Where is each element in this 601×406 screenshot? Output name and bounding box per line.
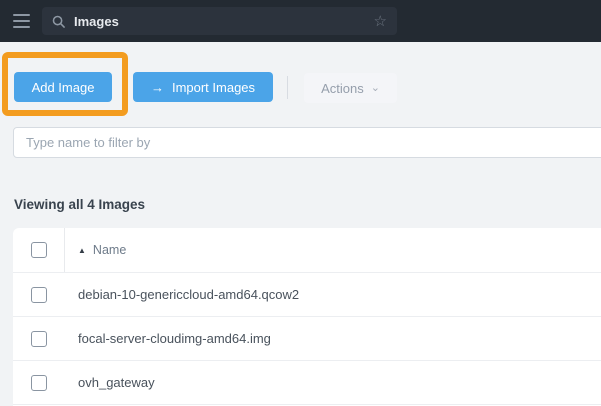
global-search-bar[interactable]: ☆ [42, 7, 397, 35]
row-checkbox[interactable] [31, 375, 47, 391]
sort-asc-icon[interactable]: ▲ [78, 246, 86, 255]
menu-icon[interactable] [13, 10, 30, 32]
add-image-label: Add Image [32, 80, 95, 95]
search-icon [52, 15, 65, 28]
global-search-input[interactable] [74, 14, 374, 29]
images-page: ☆ Add Image → Import Images Actions ⌄ Vi… [0, 0, 601, 406]
results-summary: Viewing all 4 Images [14, 197, 145, 212]
toolbar-divider [287, 76, 288, 99]
select-all-checkbox[interactable] [31, 242, 47, 258]
top-navbar: ☆ [0, 0, 601, 42]
images-table: ▲ Name debian-10-genericcloud-amd64.qcow… [13, 228, 601, 406]
table-header-row: ▲ Name [13, 228, 601, 272]
column-header-name[interactable]: Name [93, 243, 126, 257]
image-name: debian-10-genericcloud-amd64.qcow2 [78, 287, 299, 302]
import-images-label: Import Images [172, 80, 255, 95]
table-row[interactable]: ovh_gateway [13, 360, 601, 404]
star-icon[interactable]: ☆ [374, 14, 387, 29]
image-name: focal-server-cloudimg-amd64.img [78, 331, 271, 346]
import-images-button[interactable]: → Import Images [133, 72, 273, 102]
import-arrow-icon: → [151, 81, 164, 94]
add-image-button[interactable]: Add Image [14, 72, 112, 102]
actions-dropdown-button[interactable]: Actions ⌄ [304, 73, 397, 103]
name-filter-input[interactable] [13, 127, 601, 158]
table-row[interactable]: debian-10-genericcloud-amd64.qcow2 [13, 272, 601, 316]
actions-label: Actions [321, 81, 364, 96]
chevron-down-icon: ⌄ [371, 85, 380, 92]
row-checkbox[interactable] [31, 287, 47, 303]
image-name: ovh_gateway [78, 375, 155, 390]
table-row[interactable]: focal-server-cloudimg-amd64.img [13, 316, 601, 360]
row-checkbox[interactable] [31, 331, 47, 347]
